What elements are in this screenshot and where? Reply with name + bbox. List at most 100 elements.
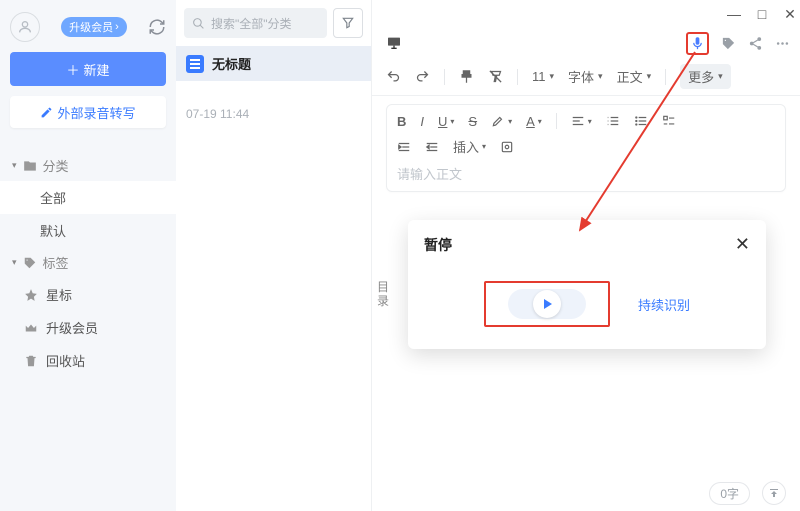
sidebar-item-star[interactable]: 星标 xyxy=(0,278,176,311)
style-label: 正文 xyxy=(617,67,643,86)
filter-icon xyxy=(341,16,355,30)
italic-button[interactable]: I xyxy=(420,114,424,129)
tag-section[interactable]: ▾ 标签 xyxy=(0,247,176,278)
continue-recognition-link[interactable]: 持续识别 xyxy=(638,295,690,314)
scroll-top-button[interactable] xyxy=(762,481,786,505)
share-button[interactable] xyxy=(748,36,763,51)
toolbar-primary: 11 ▾ 字体 ▾ 正文 ▾ 更多 ▾ xyxy=(372,58,800,96)
fontcolor-button[interactable]: A▾ xyxy=(526,114,542,129)
pause-popup: 暂停 ✕ 持续识别 xyxy=(408,220,766,349)
trash-icon xyxy=(24,354,38,368)
fontsize-select[interactable]: 11 ▾ xyxy=(532,69,554,84)
toolbar-secondary: B I U▾ S ▾ A▾ ▾ xyxy=(386,104,786,192)
search-placeholder: 搜索"全部"分类 xyxy=(211,15,292,32)
chevron-down-icon: ▾ xyxy=(718,71,723,82)
crown-icon xyxy=(24,321,38,335)
close-icon[interactable]: ✕ xyxy=(735,234,750,255)
close-button[interactable]: ✕ xyxy=(784,8,796,20)
char-count: 0字 xyxy=(709,482,750,505)
external-transcribe-button[interactable]: 外部录音转写 xyxy=(10,96,166,128)
outdent-button[interactable] xyxy=(425,140,439,154)
note-date: 07-19 11:44 xyxy=(176,81,371,147)
chevron-right-icon: › xyxy=(115,21,119,33)
insert-menu[interactable]: 插入▾ xyxy=(453,137,486,156)
tag-icon xyxy=(23,256,37,270)
nav: ▾ 分类 全部 默认 ▾ 标签 xyxy=(0,150,176,377)
minimize-button[interactable]: — xyxy=(728,8,740,20)
note-title: 无标题 xyxy=(212,54,251,73)
search-input[interactable]: 搜索"全部"分类 xyxy=(184,8,327,38)
more-button[interactable]: 更多 ▾ xyxy=(680,64,731,89)
sidebar-item-all[interactable]: 全部 xyxy=(0,181,176,214)
chevron-down-icon: ▾ xyxy=(647,71,652,82)
play-icon xyxy=(533,290,561,318)
underline-button[interactable]: U▾ xyxy=(438,114,454,129)
chevron-down-icon: ▾ xyxy=(598,71,603,82)
sidebar: 升级会员 › ＋ 新建 外部录音转写 ▾ 分类 xyxy=(0,0,176,511)
note-item[interactable]: 无标题 xyxy=(176,46,371,81)
sidebar-item-label: 升级会员 xyxy=(46,318,98,337)
editor-footer: 0字 xyxy=(372,475,800,511)
tag-section-label: 标签 xyxy=(43,253,69,272)
popup-title: 暂停 xyxy=(424,235,452,255)
category-section-label: 分类 xyxy=(43,156,69,175)
editor-panel: — □ ✕ xyxy=(372,0,800,511)
more-label: 更多 xyxy=(688,67,714,86)
play-button-highlight xyxy=(484,281,610,327)
align-button[interactable]: ▾ xyxy=(571,114,592,128)
clear-format-button[interactable] xyxy=(488,69,503,84)
font-select[interactable]: 字体 ▾ xyxy=(568,67,603,86)
tag-button[interactable] xyxy=(721,36,736,51)
ordered-list-button[interactable] xyxy=(606,114,620,128)
upgrade-badge-label: 升级会员 xyxy=(69,19,113,35)
sidebar-item-label: 回收站 xyxy=(46,351,85,370)
indent-button[interactable] xyxy=(397,140,411,154)
note-list-column: 搜索"全部"分类 无标题 07-19 11:44 xyxy=(176,0,372,511)
new-button-label: 新建 xyxy=(84,60,110,79)
toc-label[interactable]: 目录 xyxy=(376,280,390,308)
sidebar-item-label: 星标 xyxy=(46,285,72,304)
editor-placeholder: 请输入正文 xyxy=(397,164,775,183)
redo-button[interactable] xyxy=(415,69,430,84)
bold-button[interactable]: B xyxy=(397,114,406,129)
chevron-down-icon: ▾ xyxy=(550,71,555,82)
mic-button-highlight xyxy=(686,32,709,55)
category-section[interactable]: ▾ 分类 xyxy=(0,150,176,181)
checklist-button[interactable] xyxy=(662,114,676,128)
style-select[interactable]: 正文 ▾ xyxy=(617,67,652,86)
font-label: 字体 xyxy=(568,67,594,86)
upgrade-badge[interactable]: 升级会员 › xyxy=(61,17,127,37)
link-button[interactable] xyxy=(500,140,514,154)
unordered-list-button[interactable] xyxy=(634,114,648,128)
voice-input-button[interactable] xyxy=(690,36,705,51)
more-menu-button[interactable] xyxy=(775,36,790,51)
editor-body[interactable]: 目录 暂停 ✕ 持续识别 xyxy=(372,192,800,475)
pencil-icon xyxy=(40,106,53,119)
refresh-icon[interactable] xyxy=(148,18,166,36)
chevron-down-icon: ▾ xyxy=(12,160,17,171)
chevron-down-icon: ▾ xyxy=(12,257,17,268)
fontsize-value: 11 xyxy=(532,69,546,84)
strikethrough-button[interactable]: S xyxy=(468,114,477,129)
insert-label: 插入 xyxy=(453,137,479,156)
filter-button[interactable] xyxy=(333,8,363,38)
maximize-button[interactable]: □ xyxy=(756,8,768,20)
presentation-icon[interactable] xyxy=(386,35,402,51)
sidebar-item-label: 默认 xyxy=(40,221,66,240)
highlight-button[interactable]: ▾ xyxy=(491,114,512,128)
sidebar-item-upgrade[interactable]: 升级会员 xyxy=(0,311,176,344)
new-button[interactable]: ＋ 新建 xyxy=(10,52,166,86)
plus-icon: ＋ xyxy=(66,60,79,79)
folder-icon xyxy=(23,159,37,173)
play-button[interactable] xyxy=(508,289,586,319)
format-painter-button[interactable] xyxy=(459,69,474,84)
sidebar-item-label: 全部 xyxy=(40,188,66,207)
undo-button[interactable] xyxy=(386,69,401,84)
document-icon xyxy=(186,55,204,73)
sidebar-item-default[interactable]: 默认 xyxy=(0,214,176,247)
sidebar-item-recycle[interactable]: 回收站 xyxy=(0,344,176,377)
window-titlebar: — □ ✕ xyxy=(372,0,800,28)
star-icon xyxy=(24,288,38,302)
external-transcribe-label: 外部录音转写 xyxy=(57,103,135,122)
avatar[interactable] xyxy=(10,12,40,42)
